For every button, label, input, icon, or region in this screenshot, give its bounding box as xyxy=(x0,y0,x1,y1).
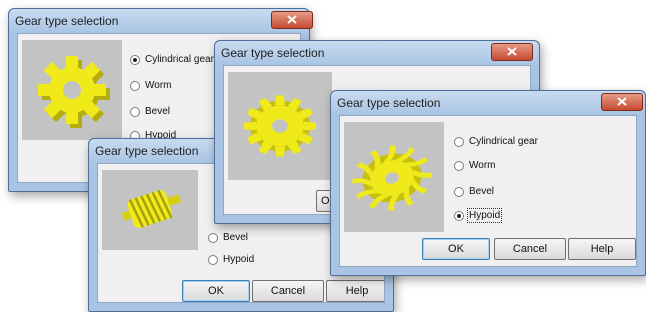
title-bar[interactable]: Gear type selection xyxy=(9,9,313,33)
cancel-button[interactable]: Cancel xyxy=(494,238,566,260)
radio-button[interactable] xyxy=(454,186,464,197)
ok-button[interactable]: OK xyxy=(422,238,490,260)
close-icon xyxy=(617,97,627,106)
option-label: Worm xyxy=(145,80,172,91)
close-icon xyxy=(287,15,297,24)
gear-preview xyxy=(344,122,444,232)
option-label: Cylindrical gear xyxy=(145,54,214,65)
cancel-button[interactable]: Cancel xyxy=(252,280,324,302)
gear-preview xyxy=(228,72,332,180)
radio-button[interactable] xyxy=(208,254,218,265)
dialog-hypoid: Gear type selection Cylindrical gear Wor… xyxy=(330,90,646,276)
spur-gear-icon xyxy=(38,56,110,128)
radio-bevel[interactable]: Bevel xyxy=(130,106,170,117)
gear-preview xyxy=(22,40,122,140)
dialog-title: Gear type selection xyxy=(337,96,441,110)
close-button[interactable] xyxy=(601,93,643,111)
radio-hypoid[interactable]: Hypoid xyxy=(208,254,254,265)
worm-gear-icon xyxy=(121,189,182,228)
option-label: Hypoid xyxy=(223,254,255,265)
option-label: Worm xyxy=(469,160,496,171)
radio-button[interactable] xyxy=(454,160,464,171)
hypoid-gear-icon xyxy=(352,145,432,211)
close-button[interactable] xyxy=(271,11,313,29)
radio-cylindrical[interactable]: Cylindrical gear xyxy=(130,54,214,65)
radio-worm[interactable]: Worm xyxy=(130,80,171,91)
title-bar[interactable]: Gear type selection xyxy=(215,41,539,65)
close-icon xyxy=(507,47,517,56)
dialog-title: Gear type selection xyxy=(221,46,325,60)
radio-bevel[interactable]: Bevel xyxy=(208,232,248,243)
option-label: Bevel xyxy=(469,186,495,197)
dialog-title: Gear type selection xyxy=(95,144,199,158)
option-label: Bevel xyxy=(145,106,171,117)
radio-hypoid[interactable]: Hypoid xyxy=(454,208,503,223)
radio-cylindrical[interactable]: Cylindrical gear xyxy=(454,136,538,147)
dialog-title: Gear type selection xyxy=(15,14,119,28)
close-button[interactable] xyxy=(491,43,533,61)
option-label: Bevel xyxy=(223,232,249,243)
gear-preview xyxy=(102,170,198,250)
radio-button[interactable] xyxy=(454,136,464,147)
option-label: Cylindrical gear xyxy=(469,136,538,147)
radio-button[interactable] xyxy=(130,54,140,65)
radio-worm[interactable]: Worm xyxy=(454,160,495,171)
title-bar[interactable]: Gear type selection xyxy=(331,91,645,115)
ok-button[interactable]: OK xyxy=(182,280,250,302)
help-button[interactable]: Help xyxy=(326,280,384,302)
help-button[interactable]: Help xyxy=(568,238,636,260)
radio-button[interactable] xyxy=(130,106,140,117)
radio-button[interactable] xyxy=(208,232,218,243)
radio-button[interactable] xyxy=(130,80,140,91)
dialog-client: Cylindrical gear Worm Bevel Hypoid OK Ca… xyxy=(339,115,637,267)
radio-bevel[interactable]: Bevel xyxy=(454,186,494,197)
bevel-gear-icon xyxy=(244,95,316,157)
radio-button[interactable] xyxy=(454,210,464,221)
option-label: Hypoid xyxy=(466,208,503,223)
